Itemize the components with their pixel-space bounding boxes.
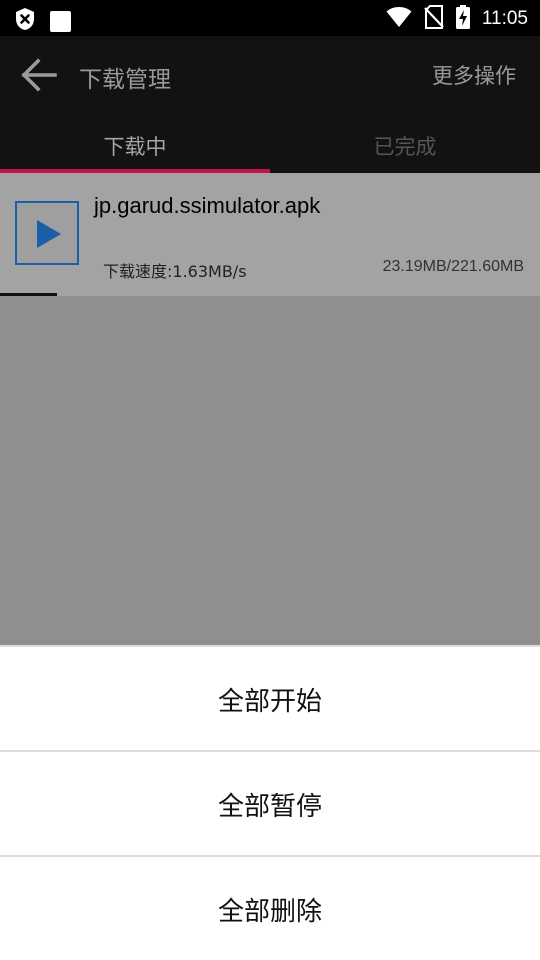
file-name: jp.garud.ssimulator.apk [94,193,321,218]
status-right: 11:05 [386,5,528,33]
wifi-icon [386,6,412,32]
bottom-sheet: 全部开始 全部暂停 全部删除 [0,645,540,960]
battery-charging-icon [455,5,470,33]
download-speed: 下载速度:1.63MB/s [103,262,247,281]
app-bar: 下载管理 更多操作 [0,36,540,116]
status-bar: 11:05 [0,0,540,36]
tab-downloading[interactable]: 下载中 [0,116,270,173]
pause-all-button[interactable]: 全部暂停 [0,752,540,856]
arrow-left-icon [21,58,57,92]
tab-completed[interactable]: 已完成 [270,116,540,173]
more-actions-button[interactable]: 更多操作 [432,60,516,90]
notification-square-icon [50,10,71,32]
download-item[interactable]: jp.garud.ssimulator.apk 下载速度:1.63MB/s 23… [0,173,540,296]
clock: 11:05 [481,8,528,29]
back-button[interactable] [18,54,60,96]
shield-close-icon [14,7,36,35]
delete-all-button[interactable]: 全部删除 [0,857,540,960]
start-all-button[interactable]: 全部开始 [0,647,540,751]
download-list: jp.garud.ssimulator.apk 下载速度:1.63MB/s 23… [0,173,540,645]
status-left [14,7,71,35]
page-title: 下载管理 [79,67,171,93]
tab-bar: 下载中 已完成 [0,116,540,173]
progress-bar [0,293,540,296]
progress-fill [0,293,57,296]
tab-label: 下载中 [103,135,167,159]
download-size: 23.19MB/221.60MB [382,258,524,275]
play-button[interactable] [15,201,79,265]
play-icon [37,220,61,248]
tab-label: 已完成 [373,135,437,159]
no-sim-icon [424,5,444,33]
